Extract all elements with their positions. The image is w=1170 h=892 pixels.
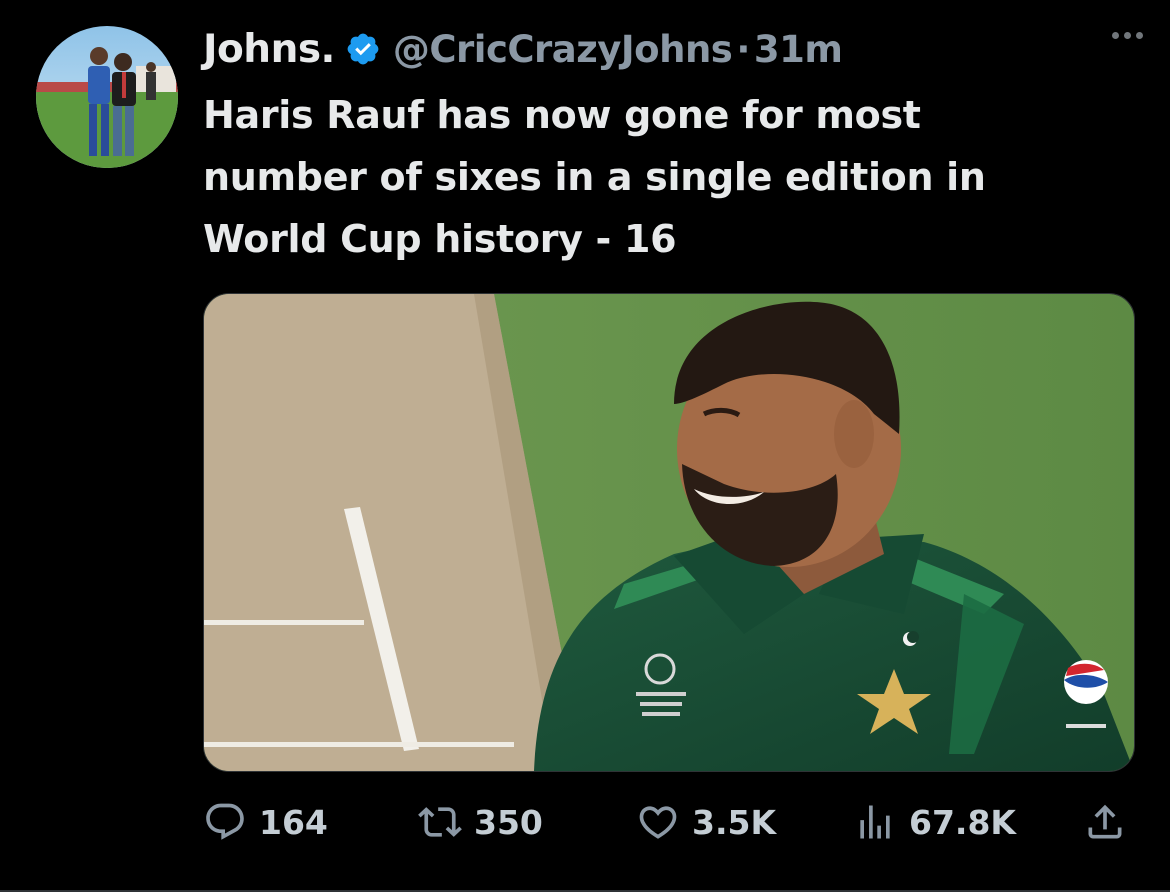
views-count: 67.8K bbox=[909, 802, 1016, 842]
tweet-card[interactable]: Johns. @CricCrazyJohns · 31m Haris Rauf … bbox=[0, 0, 1170, 892]
reply-count: 164 bbox=[259, 802, 328, 842]
tweet-image[interactable] bbox=[203, 293, 1135, 772]
verified-badge-icon bbox=[345, 31, 381, 67]
like-count: 3.5K bbox=[692, 802, 777, 842]
tweet-header: Johns. @CricCrazyJohns · 31m bbox=[203, 20, 1143, 78]
more-options-icon[interactable] bbox=[1112, 32, 1143, 39]
avatar[interactable] bbox=[36, 26, 178, 168]
tweet-actions: 164 350 3.5K 67.8K bbox=[203, 796, 1133, 852]
retweet-button[interactable]: 350 bbox=[418, 796, 543, 848]
user-handle[interactable]: @CricCrazyJohns bbox=[393, 28, 733, 71]
tweet-content: Johns. @CricCrazyJohns · 31m Haris Rauf … bbox=[203, 20, 1143, 270]
share-icon bbox=[1083, 800, 1127, 844]
heart-icon bbox=[636, 800, 680, 844]
like-button[interactable]: 3.5K bbox=[636, 796, 776, 848]
retweet-icon bbox=[418, 800, 462, 844]
retweet-count: 350 bbox=[474, 802, 543, 842]
display-name[interactable]: Johns. bbox=[203, 27, 335, 72]
views-button[interactable]: 67.8K bbox=[853, 796, 1016, 848]
timestamp[interactable]: 31m bbox=[754, 28, 843, 71]
reply-icon bbox=[203, 800, 247, 844]
reply-button[interactable]: 164 bbox=[203, 796, 328, 848]
separator-dot: · bbox=[736, 27, 750, 71]
tweet-text: Haris Rauf has now gone for most number … bbox=[203, 93, 986, 261]
views-bar-icon bbox=[853, 800, 897, 844]
share-button[interactable] bbox=[1083, 796, 1127, 848]
